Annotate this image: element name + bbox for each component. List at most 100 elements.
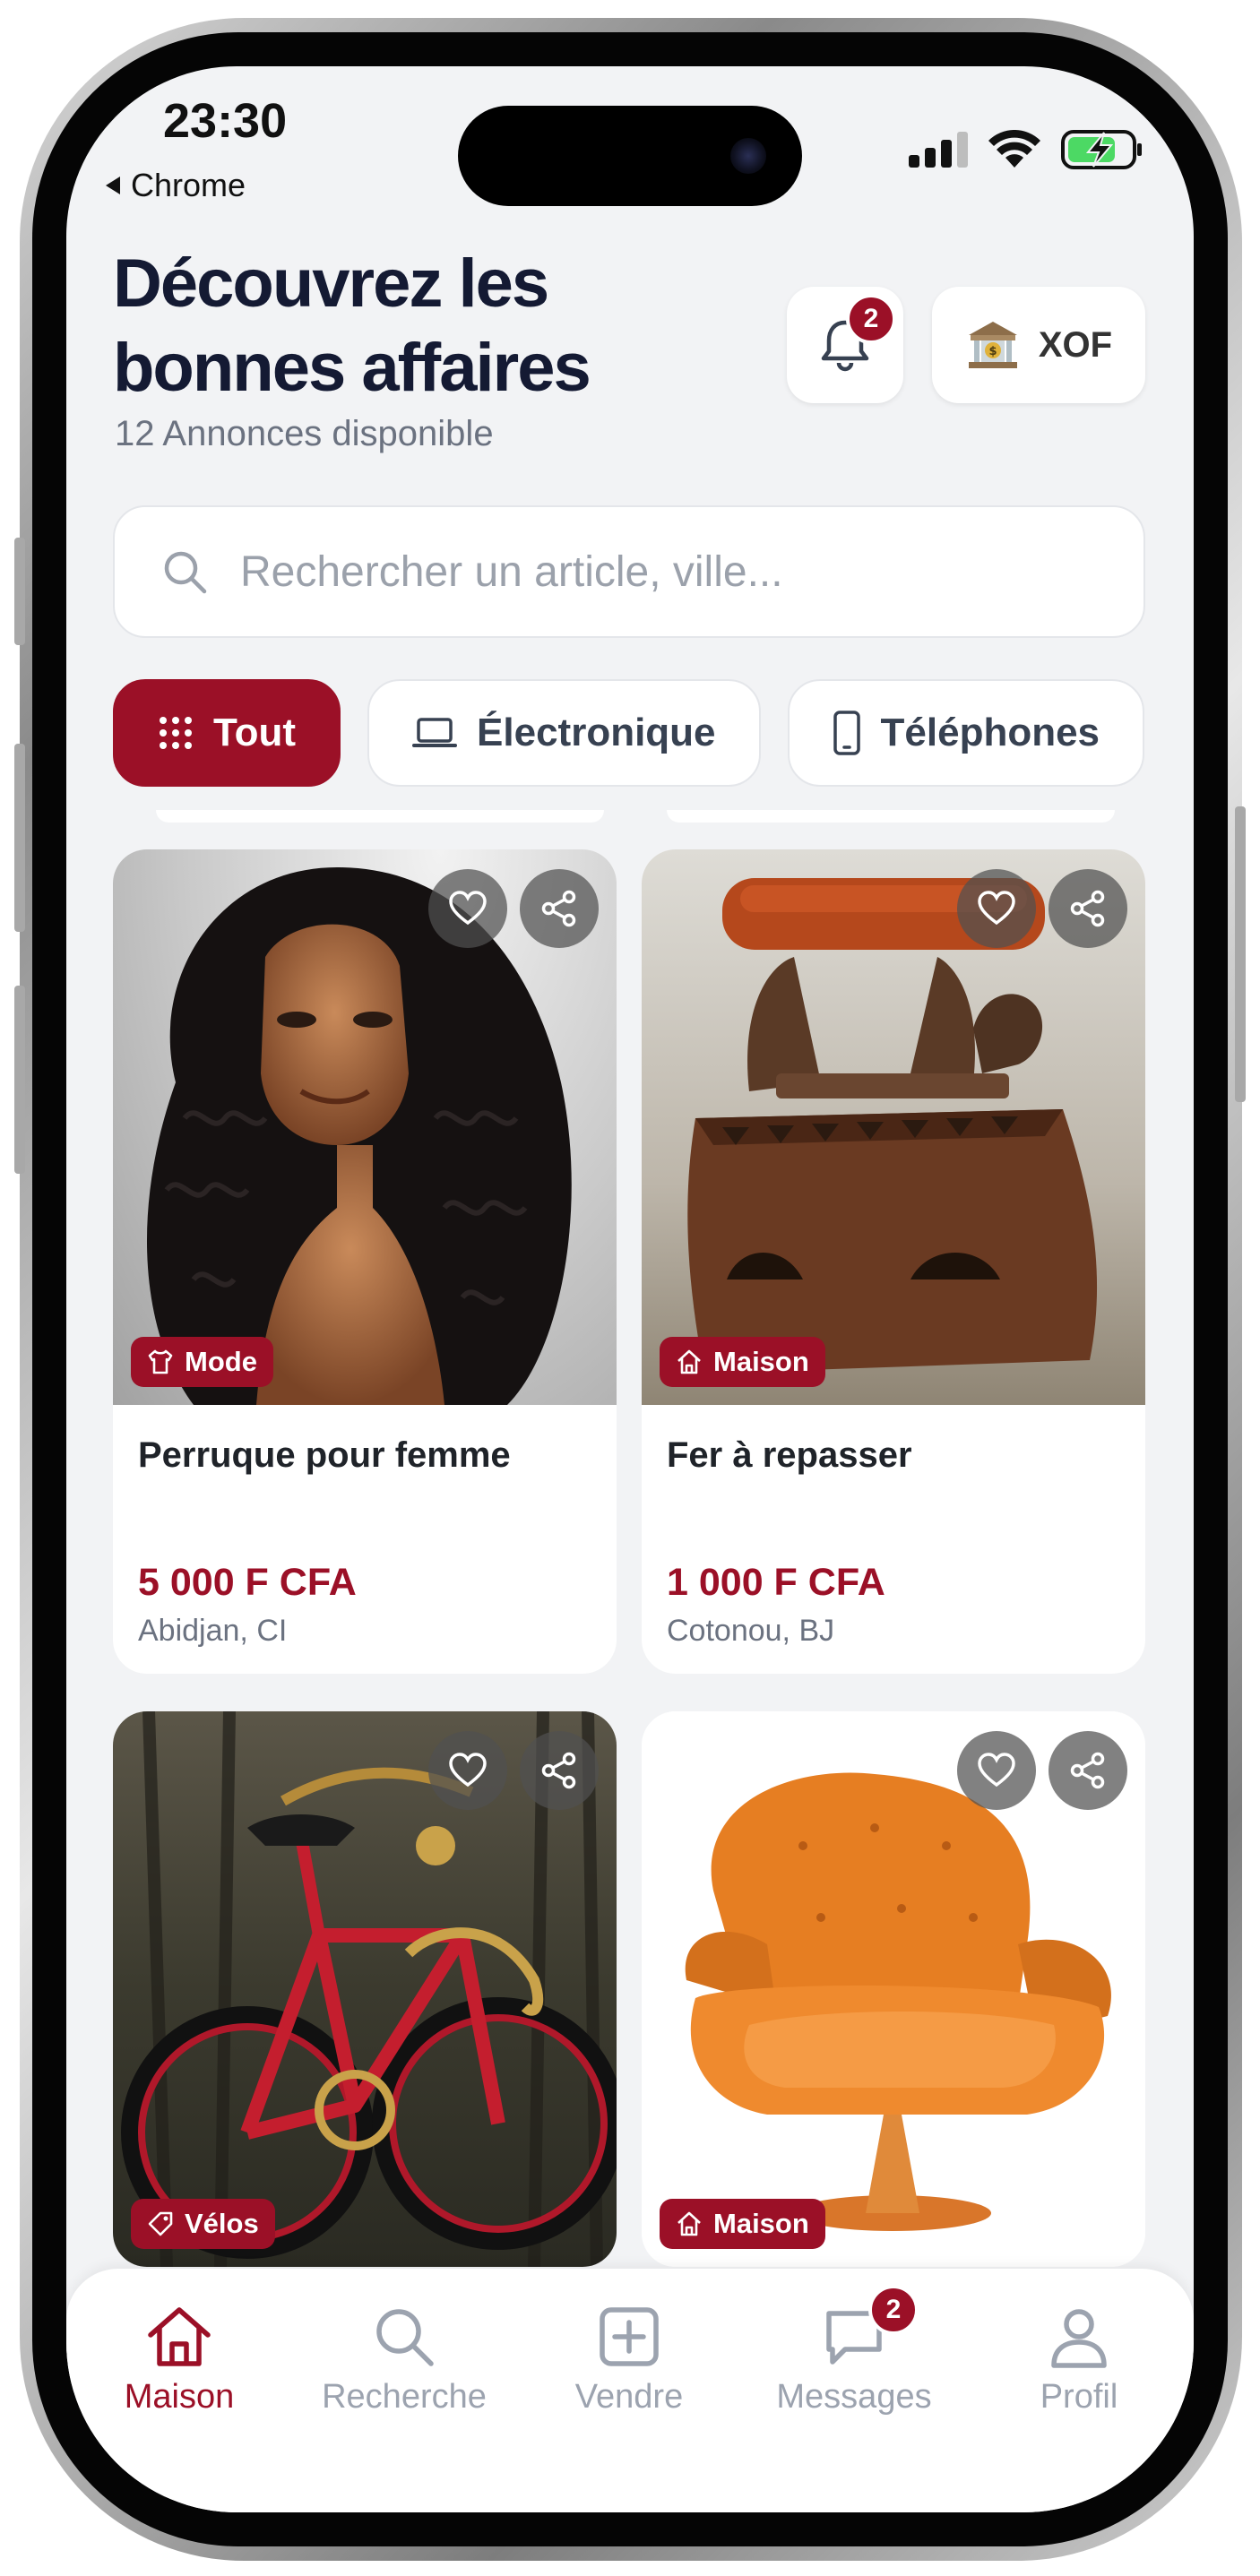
listing-title: Perruque pour femme [138, 1435, 511, 1475]
favorite-button[interactable] [428, 869, 507, 948]
share-button[interactable] [1049, 869, 1127, 948]
tab-label: Profil [1040, 2378, 1118, 2416]
category-tag: Vélos [131, 2199, 275, 2249]
category-tag: Mode [131, 1337, 273, 1387]
dynamic-island [458, 106, 802, 206]
currency-label: XOF [1038, 324, 1113, 365]
tab-messages[interactable]: Messages 2 [755, 2285, 953, 2417]
category-chip-all[interactable]: Tout [113, 679, 341, 787]
favorite-button[interactable] [957, 869, 1036, 948]
home-icon [148, 2307, 211, 2366]
search-icon [164, 551, 207, 594]
back-app-label: Chrome [131, 167, 246, 203]
tab-home[interactable]: Maison [81, 2305, 278, 2417]
home-icon [677, 1349, 701, 1374]
share-icon [1070, 890, 1105, 927]
cellular-signal-icon [909, 132, 968, 168]
previous-card-edge [667, 810, 1115, 823]
category-chip-label: Téléphones [880, 711, 1100, 754]
user-icon [1051, 2309, 1107, 2368]
listing-card[interactable]: Maison [642, 1711, 1145, 2267]
category-chip-phones[interactable]: Téléphones [787, 679, 1145, 787]
listing-image: Vélos [113, 1711, 617, 2267]
phone-icon [833, 711, 860, 755]
listing-card[interactable]: Vélos [113, 1711, 617, 2267]
search-icon [376, 2309, 434, 2366]
tab-label: Recherche [322, 2378, 487, 2416]
card-actions [428, 1731, 599, 1810]
battery-charging-icon [1061, 130, 1142, 169]
tab-sell[interactable]: Vendre [531, 2305, 728, 2417]
listing-count: 12 Annonces disponible [115, 414, 494, 453]
listing-image: Maison [642, 849, 1145, 1405]
tag-icon [148, 2211, 173, 2236]
wifi-icon [988, 130, 1040, 168]
home-icon [677, 2211, 701, 2236]
notifications-button[interactable]: 2 [787, 287, 903, 403]
listing-image: Mode [113, 849, 617, 1405]
category-tag-label: Mode [185, 1346, 257, 1377]
currency-selector[interactable]: $ XOF [932, 287, 1145, 403]
listing-price: 1 000 F CFA [667, 1561, 885, 1604]
heart-icon [978, 891, 1015, 926]
category-chip-electronics[interactable]: Électronique [367, 679, 761, 787]
listing-details: Perruque pour femme 5 000 F CFA Abidjan,… [113, 1405, 617, 1674]
previous-card-edge [156, 810, 604, 823]
status-time: 23:30 [163, 94, 288, 148]
grid-icon [160, 717, 192, 749]
listing-title: Fer à repasser [667, 1435, 912, 1475]
card-actions [428, 869, 599, 948]
power-button [1235, 806, 1246, 1102]
category-filter-bar: Tout Électronique Téléphones [113, 679, 1145, 787]
back-to-app-link[interactable]: Chrome [104, 167, 246, 204]
bottom-tab-bar: Maison Recherche Vendre Messages 2 Profi… [66, 2269, 1194, 2512]
messages-badge: 2 [868, 2285, 919, 2335]
share-button[interactable] [520, 1731, 599, 1810]
category-tag-label: Maison [713, 2208, 809, 2239]
volume-down-button [14, 986, 25, 1174]
card-actions [957, 869, 1127, 948]
listing-image: Maison [642, 1711, 1145, 2267]
category-chip-label: Électronique [477, 711, 716, 754]
tab-search[interactable]: Recherche [306, 2305, 503, 2417]
share-button[interactable] [1049, 1731, 1127, 1810]
listing-price: 5 000 F CFA [138, 1561, 357, 1604]
page-title: Découvrez les bonnes affaires [113, 246, 591, 406]
listing-location: Cotonou, BJ [667, 1614, 835, 1648]
heart-icon [978, 1753, 1015, 1788]
notification-badge: 2 [846, 294, 896, 344]
heart-icon [449, 891, 487, 926]
tab-label: Messages [776, 2378, 932, 2416]
tab-label: Maison [124, 2378, 235, 2416]
listing-location: Abidjan, CI [138, 1614, 288, 1648]
favorite-button[interactable] [428, 1731, 507, 1810]
bank-icon: $ [968, 322, 1017, 368]
search-bar[interactable] [113, 505, 1145, 638]
tab-label: Vendre [574, 2378, 684, 2416]
volume-up-button [14, 744, 25, 932]
heart-icon [449, 1753, 487, 1788]
plus-square-icon [600, 2307, 659, 2366]
category-tag: Maison [660, 1337, 825, 1387]
category-chip-label: Tout [213, 711, 297, 754]
category-tag: Maison [660, 2199, 825, 2249]
category-tag-label: Maison [713, 1346, 809, 1377]
category-tag-label: Vélos [185, 2208, 259, 2239]
share-button[interactable] [520, 869, 599, 948]
favorite-button[interactable] [957, 1731, 1036, 1810]
tab-profile[interactable]: Profil [980, 2305, 1178, 2417]
laptop-icon [412, 718, 458, 747]
svg-text:$: $ [988, 345, 997, 358]
listing-card[interactable]: Mode Perruque pour femme 5 000 F CFA Abi… [113, 849, 617, 1674]
listing-details: Fer à repasser 1 000 F CFA Cotonou, BJ [642, 1405, 1145, 1674]
camera-icon [730, 138, 766, 174]
back-triangle-icon [106, 177, 120, 194]
shirt-icon [148, 1349, 173, 1374]
share-icon [541, 1752, 576, 1789]
search-input[interactable] [240, 547, 1047, 597]
share-icon [1070, 1752, 1105, 1789]
app-screen: 23:30 Chrome Découvrez les bonnes affair… [66, 66, 1194, 2512]
listing-card[interactable]: Maison Fer à repasser 1 000 F CFA Cotono… [642, 849, 1145, 1674]
action-button [14, 538, 25, 645]
card-actions [957, 1731, 1127, 1810]
